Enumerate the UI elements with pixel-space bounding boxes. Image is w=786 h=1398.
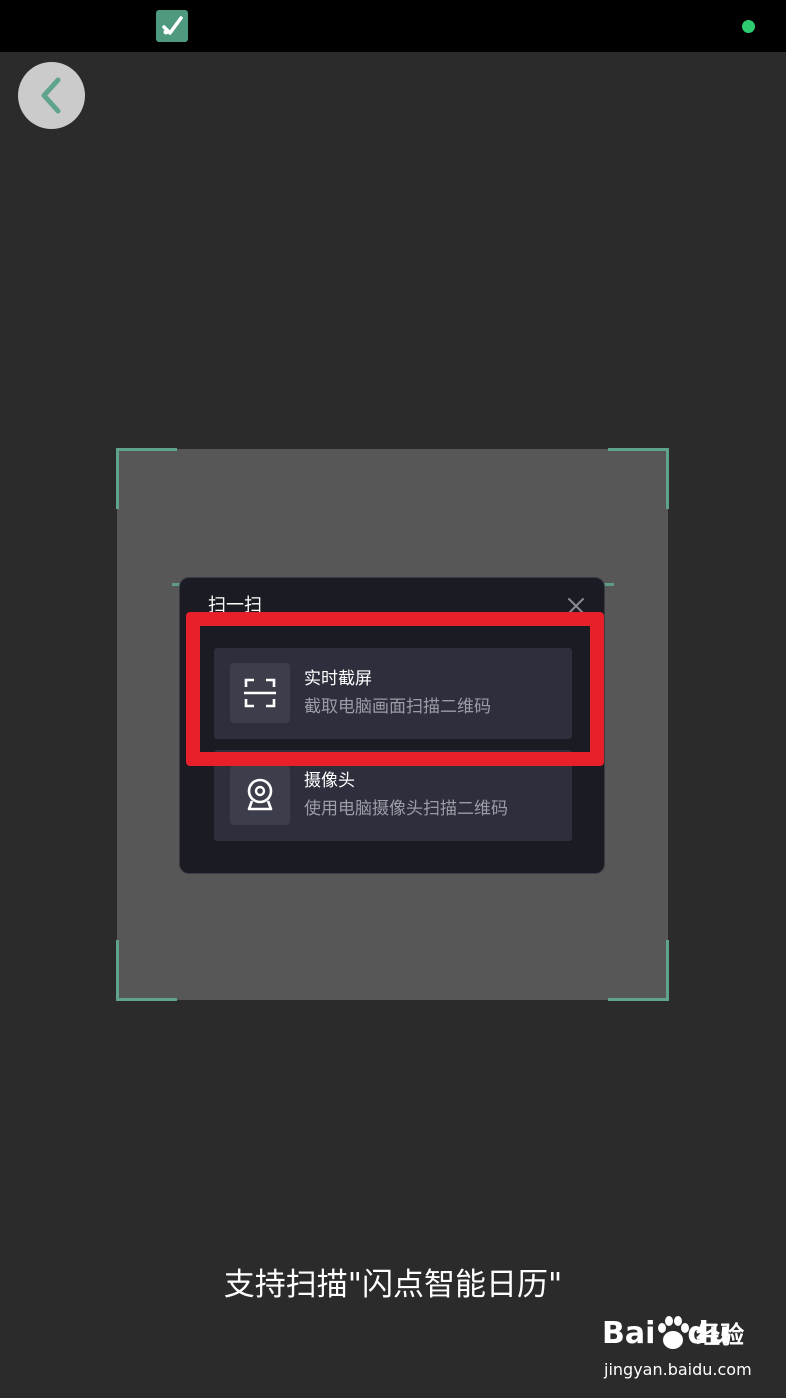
highlight-annotation: [186, 612, 604, 766]
viewfinder-corner: [116, 448, 177, 509]
paw-icon: [658, 1316, 689, 1349]
option-title: 摄像头: [304, 771, 355, 791]
watermark-brand: 经验: [696, 1321, 744, 1349]
watermark-logo-text: Bai: [602, 1316, 656, 1351]
viewfinder-corner: [116, 940, 177, 1001]
status-bar: [0, 0, 786, 52]
viewfinder-corner: [608, 940, 669, 1001]
viewfinder-corner: [608, 448, 669, 509]
webcam-icon: [230, 765, 290, 825]
check-app-icon: [156, 10, 188, 42]
scan-caption: 支持扫描"闪点智能日历": [223, 1267, 563, 1303]
chevron-left-icon: [41, 77, 61, 114]
watermark-url: jingyan.baidu.com: [604, 1360, 752, 1379]
status-indicator-dot: [742, 20, 755, 33]
back-button[interactable]: [18, 62, 85, 129]
baidu-jingyan-watermark: Bai du 经验 jingyan.baidu.com: [598, 1312, 752, 1388]
option-description: 使用电脑摄像头扫描二维码: [304, 799, 508, 819]
